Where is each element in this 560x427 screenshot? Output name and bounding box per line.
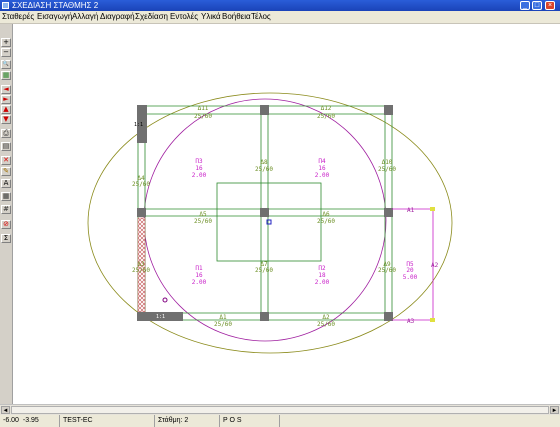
scroll-left-icon[interactable]: ◄ (1, 406, 10, 414)
menu-draw[interactable]: Σχεδίαση (135, 11, 168, 23)
pan-up-icon[interactable]: ▲ (1, 105, 11, 114)
menu-delete[interactable]: Διαγραφή (100, 11, 135, 23)
beam-label-dims: 25/60 (132, 267, 150, 274)
beam-label-dims: 25/60 (255, 166, 273, 173)
menu-help[interactable]: Βοήθεια (222, 11, 251, 23)
coordinate-x: -6.00 (3, 417, 19, 424)
scale-marks-side: 1:1 (134, 122, 143, 128)
slab-label-thickness: 20 (406, 267, 414, 274)
stop-icon[interactable]: ⊘ (1, 220, 11, 229)
beam-label-dims: 25/60 (194, 113, 212, 120)
close-button[interactable]: × (545, 1, 555, 10)
beam-label-name: Δ10 (382, 159, 393, 166)
scroll-right-icon[interactable]: ► (550, 406, 559, 414)
slab-label-name: Π4 (318, 158, 326, 165)
menu-bar: Σταθερές Εισαγωγή Αλλαγή Διαγραφή Σχεδία… (0, 11, 560, 24)
floor-plan: Δ11 25/60 Δ12 25/60 Δ4 25/60 Δ8 25/60 Δ1… (87, 92, 453, 354)
text-icon[interactable]: A (1, 179, 11, 188)
pan-left-icon[interactable]: ◄ (1, 85, 11, 94)
influence-circle (143, 98, 387, 342)
slab-label-load: 2.00 (192, 172, 207, 179)
grid-icon[interactable]: # (1, 205, 11, 214)
beam-label-dims: 25/60 (317, 113, 335, 120)
maximize-button[interactable]: □ (532, 1, 542, 10)
beam-label-dims: 25/60 (317, 218, 335, 225)
beam-label-dims: 25/60 (132, 181, 150, 188)
point-label-a3: A3 (407, 318, 415, 325)
columns-group (137, 105, 393, 321)
beam-label-dims: 25/60 (317, 321, 335, 328)
window-title: ΣΧΕΔΙΑΣΗ ΣΤΑΘΜΗΣ 2 (12, 1, 99, 10)
beam-label-name: Δ11 (198, 105, 209, 112)
beam-label-dims: 25/60 (214, 321, 232, 328)
edit-icon[interactable]: ✎ (1, 167, 11, 176)
menu-commands[interactable]: Εντολές (170, 11, 198, 23)
coordinates: -6.00 -3.95 (0, 415, 60, 427)
menu-constants[interactable]: Σταθερές (2, 11, 34, 23)
mode-indicator: P O S (220, 415, 280, 427)
slab-label-name: Π3 (195, 158, 203, 165)
slab-label-load: 2.00 (315, 279, 330, 286)
magnifier-icon[interactable]: 🔍 (1, 60, 11, 69)
menu-exit[interactable]: Τέλος (251, 11, 271, 23)
drawing-canvas[interactable]: Δ11 25/60 Δ12 25/60 Δ4 25/60 Δ8 25/60 Δ1… (13, 24, 560, 404)
menu-materials[interactable]: Υλικά (201, 11, 221, 23)
project-code: TEST-EC (60, 415, 155, 427)
tool-bar: + − 🔍 ▦ ◄ ► ▲ ▼ ⎙ ▤ ✕ ✎ A ▦ # ⊘ Σ (0, 24, 13, 404)
title-bar: ΣΧΕΔΙΑΣΗ ΣΤΑΘΜΗΣ 2 _ □ × (0, 0, 560, 11)
horizontal-scrollbar[interactable]: ◄ ► (0, 404, 560, 415)
scroll-thumb[interactable] (11, 406, 549, 414)
beam-label-name: Δ5 (199, 211, 207, 218)
zoom-in-icon[interactable]: + (1, 38, 11, 47)
beam-label-dims: 25/60 (255, 267, 273, 274)
beam-label-dims: 25/60 (378, 267, 396, 274)
beam-label-name: Δ12 (321, 105, 332, 112)
slab-label-load: 5.00 (403, 274, 418, 281)
slab-label-name: Π2 (318, 265, 326, 272)
menu-change[interactable]: Αλλαγή (72, 11, 98, 23)
print-icon[interactable]: ⎙ (1, 129, 11, 138)
level-indicator: Στάθμη: 2 (155, 415, 220, 427)
menu-insert[interactable]: Εισαγωγή (37, 11, 72, 23)
beam-label-dims: 25/60 (378, 166, 396, 173)
beam-label-name: Δ6 (322, 211, 330, 218)
status-bar: -6.00 -3.95 TEST-EC Στάθμη: 2 P O S (0, 415, 560, 427)
pan-right-icon[interactable]: ► (1, 95, 11, 104)
scale-marks: 1:1 (156, 314, 165, 320)
scale-mark: 1:1 (156, 314, 165, 320)
beam-label-name: Δ1 (219, 314, 227, 321)
table-icon[interactable]: ▦ (1, 192, 11, 201)
pan-down-icon[interactable]: ▼ (1, 115, 11, 124)
beam-label-dims: 25/60 (194, 218, 212, 225)
app-icon (2, 2, 9, 9)
slab-label-thickness: 18 (318, 272, 326, 279)
beam-label-name: Δ2 (322, 314, 330, 321)
document-icon[interactable]: ▤ (1, 142, 11, 151)
delete-icon[interactable]: ✕ (1, 156, 11, 165)
slab-label-thickness: 16 (195, 165, 203, 172)
point-label-a1: A1 (407, 207, 415, 214)
slab-label-load: 2.00 (192, 279, 207, 286)
layers-icon[interactable]: ▦ (1, 71, 11, 80)
slab-label-name: Π1 (195, 265, 203, 272)
slab-label-load: 2.00 (315, 172, 330, 179)
point-label-a2: A2 (431, 262, 439, 269)
reference-point[interactable] (162, 297, 168, 303)
slab-label-thickness: 16 (318, 165, 326, 172)
beam-label-name: Δ8 (260, 159, 268, 166)
sum-icon[interactable]: Σ (1, 234, 11, 243)
minimize-button[interactable]: _ (520, 1, 530, 10)
slab-label-thickness: 16 (195, 272, 203, 279)
coordinate-y: -3.95 (22, 417, 39, 424)
scale-mark: 1:1 (134, 122, 143, 128)
zoom-out-icon[interactable]: − (1, 48, 11, 57)
